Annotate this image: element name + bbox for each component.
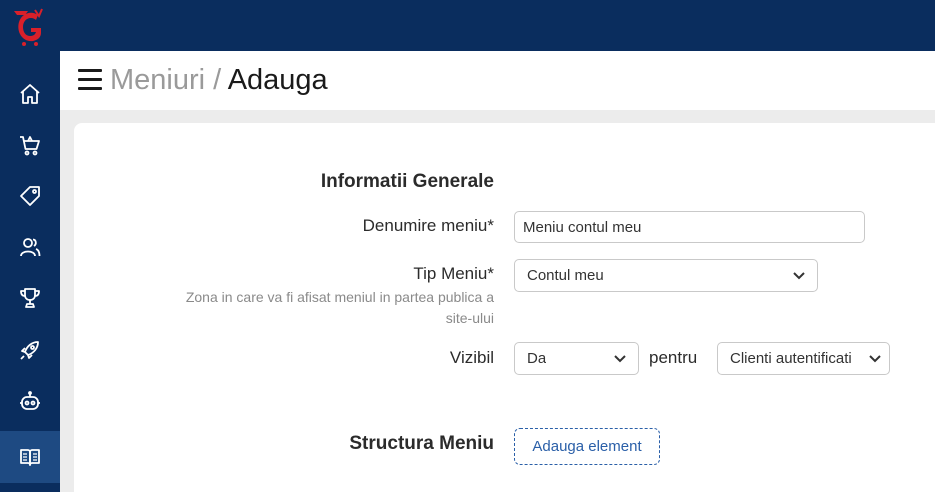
chevron-down-icon: [793, 271, 805, 279]
breadcrumb-separator: /: [213, 64, 222, 96]
for-label: pentru: [649, 348, 698, 367]
name-label: Denumire meniu*: [362, 216, 494, 235]
structure-section-title: Structura Meniu: [349, 433, 494, 454]
menu-toggle-icon[interactable]: [78, 69, 102, 91]
type-label: Tip Meniu*: [413, 264, 494, 283]
tag-icon: [20, 186, 40, 206]
brand-logo[interactable]: [8, 6, 52, 50]
form-card: Informatii Generale Denumire meniu* Meni…: [74, 123, 935, 492]
rocket-icon: [20, 341, 39, 360]
chevron-down-icon: [869, 354, 881, 362]
audience-select[interactable]: Clienti autentificati: [717, 342, 890, 375]
sidebar: [0, 0, 60, 492]
book-icon: [20, 449, 40, 466]
trophy-icon: [20, 288, 40, 308]
type-hint: Zona in care va fi afisat meniul in part…: [185, 289, 494, 326]
sidebar-item-users[interactable]: [0, 221, 60, 273]
sidebar-item-tags[interactable]: [0, 170, 60, 222]
breadcrumb-current: Adauga: [227, 64, 328, 96]
chevron-down-icon: [614, 354, 626, 362]
page-header: Meniuri / Adauga: [60, 51, 935, 110]
add-element-button[interactable]: Adauga element: [514, 428, 660, 465]
name-input[interactable]: Meniu contul meu: [514, 211, 865, 243]
sidebar-item-campaigns[interactable]: [0, 324, 60, 376]
top-bar: [0, 0, 935, 51]
page-title: Meniuri / Adauga: [110, 63, 328, 97]
sidebar-item-home[interactable]: [0, 68, 60, 120]
sidebar-item-trophies[interactable]: [0, 272, 60, 324]
visible-select[interactable]: Da: [514, 342, 639, 375]
general-section-title: Informatii Generale: [320, 171, 494, 192]
cart-icon: [20, 136, 40, 156]
breadcrumb-parent[interactable]: Meniuri: [110, 64, 205, 96]
visible-label: Vizibil: [449, 348, 494, 367]
sidebar-item-cart[interactable]: [0, 119, 60, 171]
menu-type-select[interactable]: Contul meu: [514, 259, 818, 292]
sidebar-item-bots[interactable]: [0, 375, 60, 427]
sidebar-item-menus[interactable]: [0, 431, 60, 483]
home-icon: [20, 84, 40, 104]
robot-icon: [20, 391, 40, 410]
users-icon: [20, 238, 41, 257]
